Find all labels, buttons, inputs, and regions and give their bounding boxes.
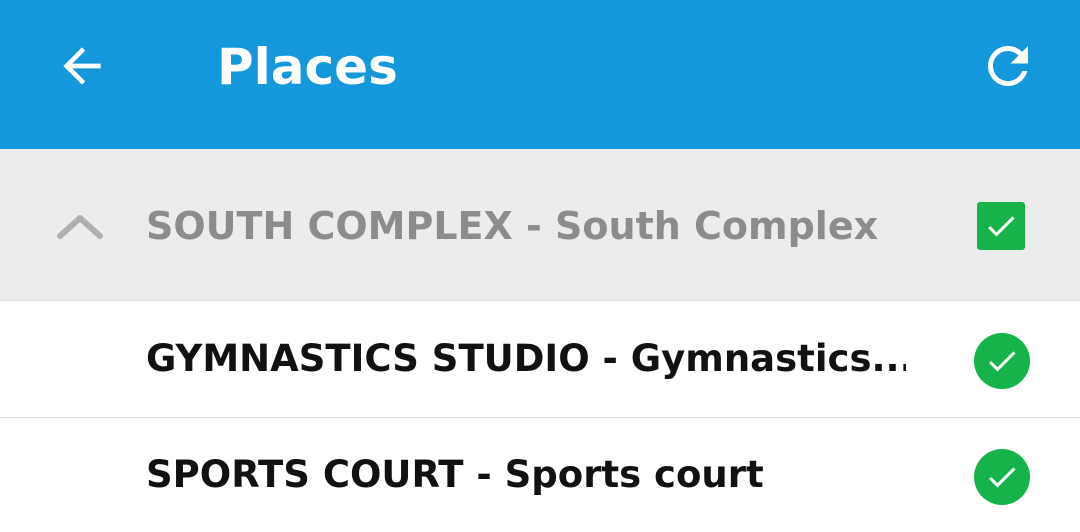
back-button[interactable] [46, 30, 118, 102]
check-circle-icon[interactable] [974, 333, 1030, 389]
list-item-label: SPORTS COURT - Sports court [146, 453, 764, 496]
refresh-icon [988, 46, 1028, 86]
group-checkbox[interactable] [977, 202, 1025, 250]
list-item-sports-court[interactable]: SPORTS COURT - Sports court [0, 419, 1080, 532]
refresh-button[interactable] [972, 30, 1044, 102]
group-label: SOUTH COMPLEX - South Complex [146, 204, 879, 248]
check-circle-icon[interactable] [974, 449, 1030, 505]
app-bar: Places [0, 0, 1080, 149]
arrow-left-icon [63, 47, 101, 85]
list-item-gymnastics-studio[interactable]: GYMNASTICS STUDIO - Gymnastics... [0, 301, 1080, 418]
checkbox-checked-icon [988, 216, 1015, 237]
list-item-label: GYMNASTICS STUDIO - Gymnastics... [146, 337, 906, 380]
chevron-up-icon[interactable] [52, 206, 108, 246]
page-title: Places [217, 38, 398, 96]
